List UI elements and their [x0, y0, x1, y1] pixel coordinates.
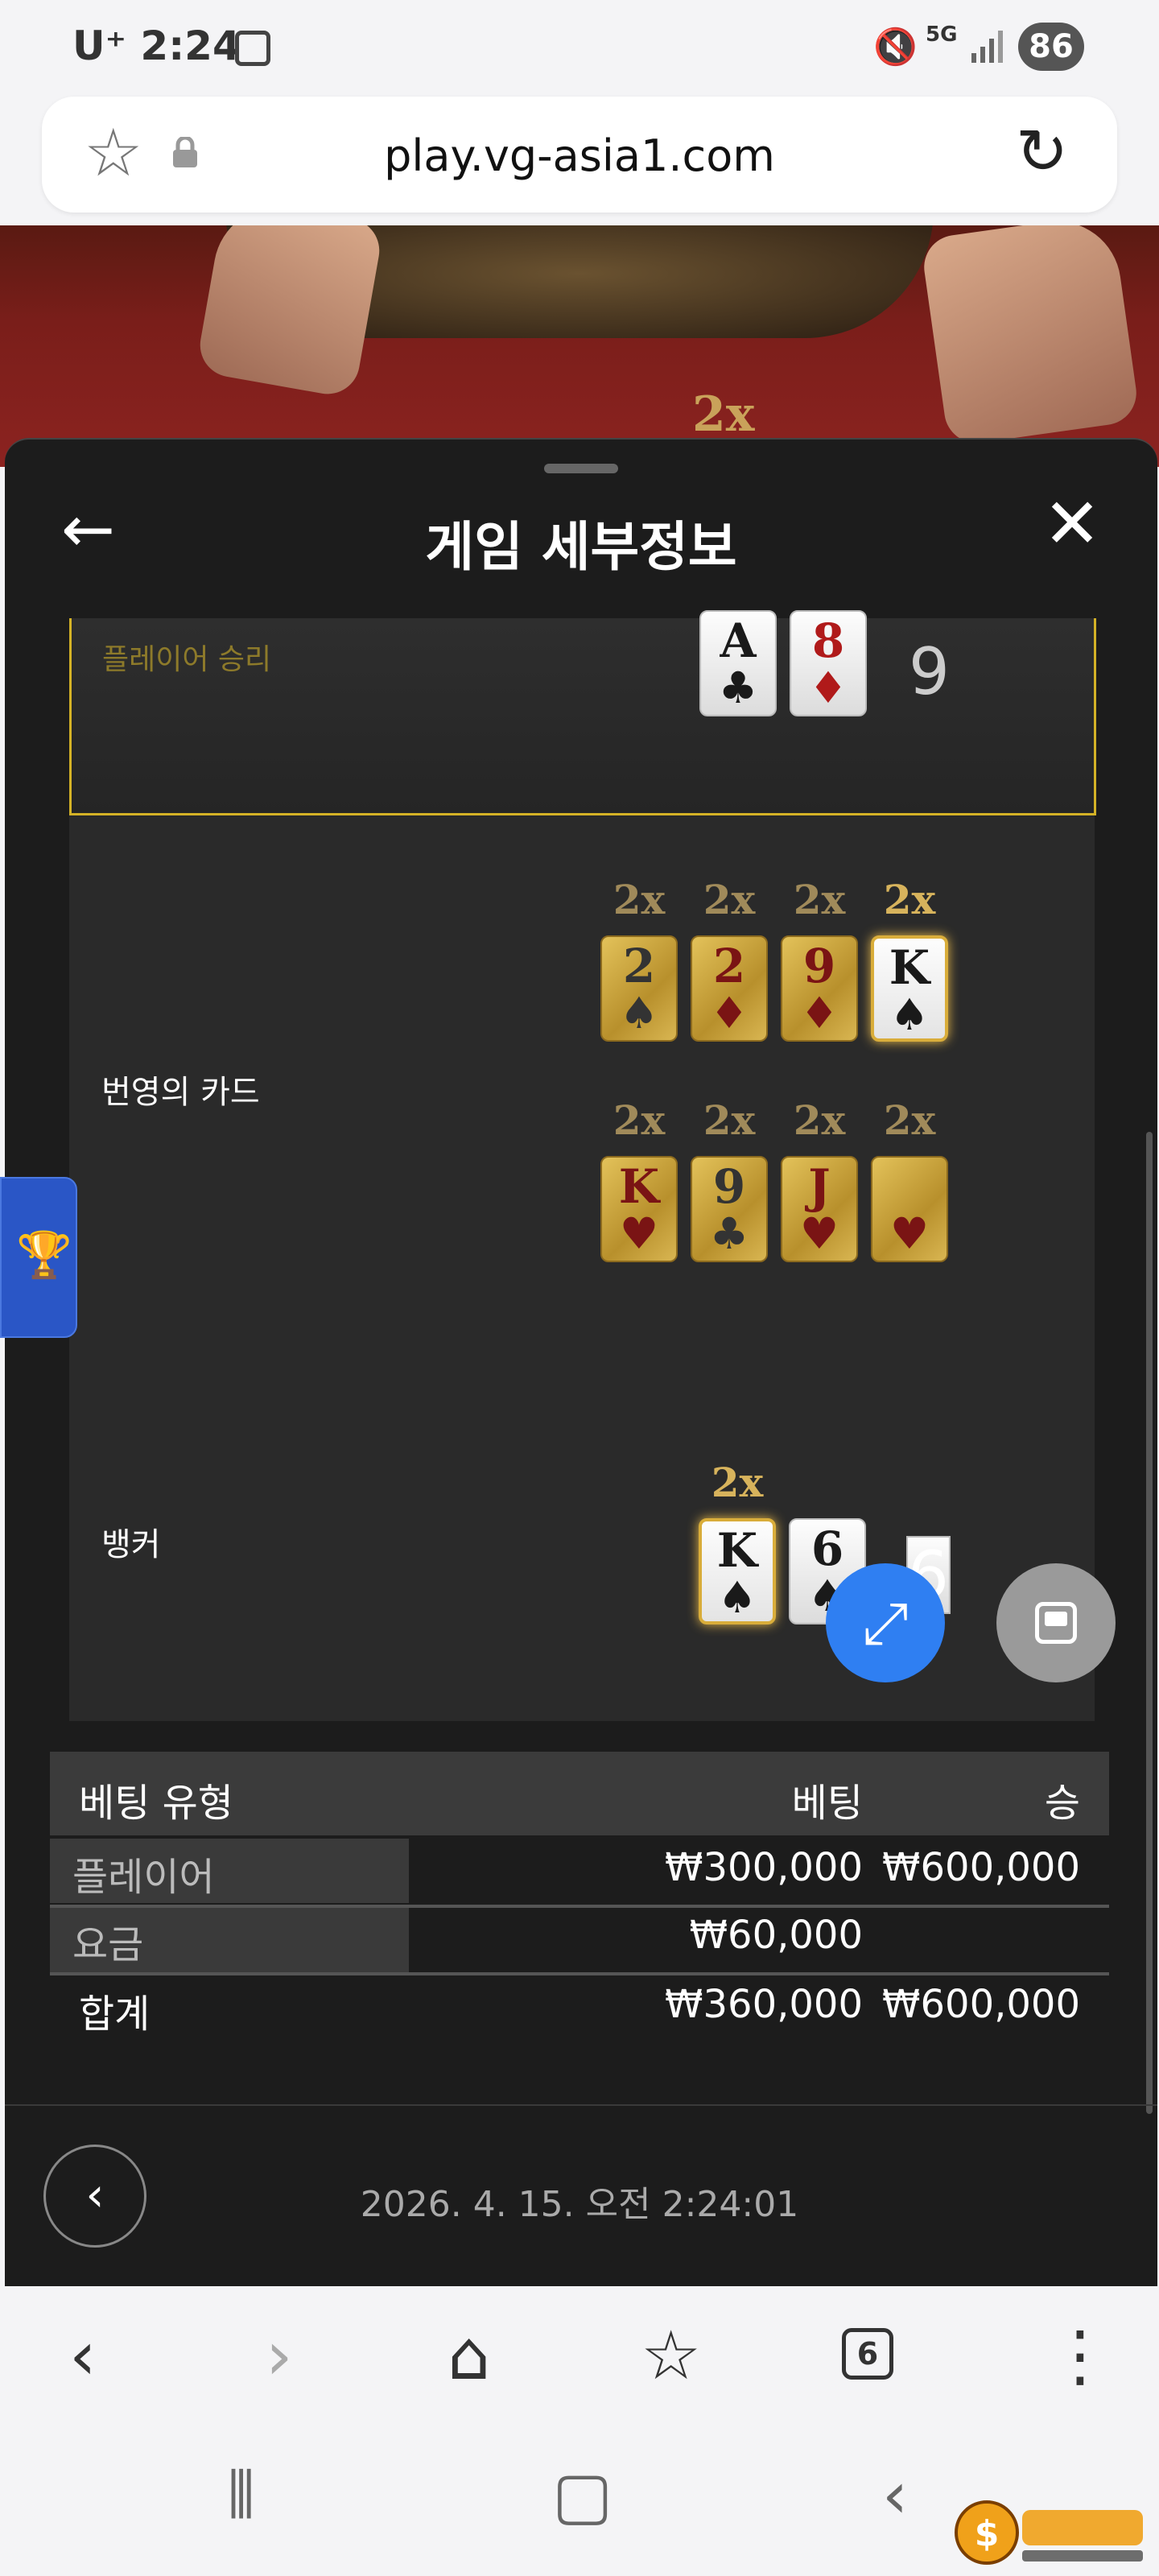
player-win-box: 플레이어 승리 A ♣ 8 ♦ 9: [69, 610, 1096, 815]
card-multiplier: 2x: [612, 1096, 666, 1144]
card-multiplier: 2x: [793, 1096, 846, 1144]
panel-title: 게임 세부정보: [425, 516, 737, 578]
lucky-card: ♥: [871, 1156, 948, 1262]
back-icon[interactable]: ‹: [69, 2322, 97, 2389]
address-bar[interactable]: ☆ play.vg-asia1.com ↻: [42, 97, 1117, 213]
forward-icon[interactable]: ›: [266, 2322, 293, 2389]
lucky-card: 9 ♣: [691, 1156, 768, 1262]
carrier-time: U⁺ 2:24: [72, 23, 241, 69]
close-icon[interactable]: ✕: [1043, 489, 1101, 559]
lucky-card: J ♥: [781, 1156, 858, 1262]
header-win: 승: [1044, 1781, 1080, 1826]
lucky-card: 2 ♠: [600, 935, 678, 1042]
trophy-icon: 🏆: [16, 1229, 72, 1282]
player-card: 8 ♦: [790, 610, 867, 716]
table-multiplier: 2x: [692, 386, 755, 443]
tabs-icon[interactable]: 6: [842, 2328, 893, 2380]
card-multiplier: 2x: [612, 876, 666, 923]
url-text[interactable]: play.vg-asia1.com: [42, 130, 1117, 181]
card-multiplier: 2x: [703, 876, 756, 923]
pip-button[interactable]: [996, 1563, 1116, 1682]
signal-icon: [971, 31, 1003, 63]
table-row-type: 요금: [72, 1922, 144, 1967]
total-bet: ₩360,000: [665, 1982, 863, 2027]
card-multiplier: 2x: [883, 876, 936, 923]
table-row-type: 플레이어: [72, 1855, 215, 1900]
table-row-win: ₩600,000: [882, 1845, 1080, 1890]
row-divider: [50, 1972, 1109, 1975]
player-score: 9: [909, 634, 950, 709]
status-bar: U⁺ 2:24 🔇 5G 86: [0, 0, 1159, 97]
game-video-background: 2x: [0, 225, 1159, 467]
reload-icon[interactable]: ↻: [1016, 119, 1068, 185]
network-type: 5G: [926, 23, 958, 47]
mute-icon: 🔇: [873, 27, 918, 68]
total-label: 합계: [79, 1992, 151, 2037]
expand-button[interactable]: ⤢: [826, 1563, 945, 1682]
casino-logo-watermark: $: [955, 2500, 1143, 2565]
lucky-card-highlighted: K ♠: [871, 935, 948, 1042]
dealer-arm-left: [195, 225, 385, 399]
leaderboard-tab[interactable]: 🏆: [0, 1177, 77, 1338]
banker-multiplier: 2x: [711, 1459, 764, 1506]
screen-capture-icon: [235, 31, 270, 66]
lucky-card: K ♥: [600, 1156, 678, 1262]
lucky-cards-label: 번영의 카드: [101, 1074, 260, 1111]
table-row-bet: ₩60,000: [689, 1913, 863, 1958]
bookmarks-icon[interactable]: ☆: [641, 2322, 701, 2389]
recent-apps-icon[interactable]: ⦀: [227, 2463, 255, 2528]
dealer-arm-right: [920, 225, 1140, 448]
drag-handle[interactable]: [544, 464, 618, 473]
header-bet: 베팅: [791, 1781, 863, 1826]
svg-text:$: $: [975, 2513, 1000, 2554]
browser-bottom-nav: ‹ › ⌂ ☆ 6 ⋮: [0, 2286, 1159, 2431]
home-icon[interactable]: ⌂: [448, 2322, 490, 2389]
card-multiplier: 2x: [703, 1096, 756, 1144]
scrollbar[interactable]: [1146, 1132, 1153, 2114]
card-multiplier: 2x: [793, 876, 846, 923]
footer-divider: [5, 2104, 1157, 2106]
round-timestamp: 2026. 4. 15. 오전 2:24:01: [360, 2184, 799, 2225]
card-result-area: 플레이어 승리 A ♣ 8 ♦ 9 번영의 카드 2x 2x 2x 2x 2 ♠…: [69, 610, 1096, 1721]
lucky-card: 9 ♦: [781, 935, 858, 1042]
player-card: A ♣: [699, 610, 777, 716]
system-back-icon[interactable]: ‹: [882, 2463, 908, 2528]
table-row-bet: ₩300,000: [665, 1845, 863, 1890]
home-button-icon[interactable]: ▢: [552, 2463, 613, 2528]
win-label: 플레이어 승리: [102, 643, 272, 676]
card-multiplier: 2x: [883, 1096, 936, 1144]
total-win: ₩600,000: [882, 1982, 1080, 2027]
banker-card-highlighted: K ♠: [699, 1518, 776, 1624]
expand-icon: ⤢: [862, 1589, 909, 1657]
more-menu-icon[interactable]: ⋮: [1046, 2322, 1114, 2389]
battery-badge: 86: [1018, 23, 1084, 71]
banker-label: 뱅커: [101, 1526, 161, 1563]
header-bet-type: 베팅 유형: [79, 1781, 233, 1826]
lucky-card: 2 ♦: [691, 935, 768, 1042]
